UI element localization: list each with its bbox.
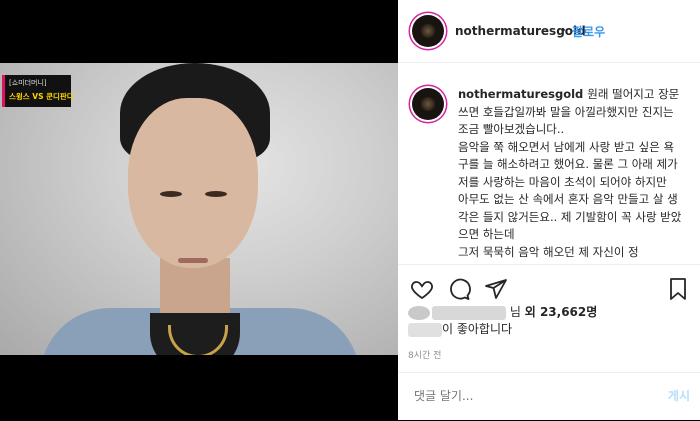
comment-bar: 게시	[398, 372, 700, 421]
post-comment-button[interactable]: 게시	[668, 387, 690, 404]
post-panel: nothermaturesgold • 팔로우 nothermaturesgol…	[398, 0, 700, 420]
liker-avatar-blurred	[408, 305, 430, 320]
caption-username[interactable]: nothermaturesgold	[458, 87, 583, 101]
avatar[interactable]	[412, 15, 444, 47]
likes-count[interactable]: 23,662명	[540, 305, 597, 319]
likes-summary[interactable]: 님 외 23,662명	[408, 303, 597, 320]
comment-icon[interactable]	[447, 277, 471, 301]
follow-button[interactable]: 팔로우	[572, 23, 605, 40]
share-icon[interactable]	[484, 277, 508, 301]
photo-face	[128, 98, 258, 268]
likes-nim: 님	[509, 305, 521, 319]
post-media: [쇼미더머니] 스윙스 VS 쿤디판다	[0, 0, 398, 420]
liked-blurred	[408, 322, 442, 337]
likes-and: 외	[524, 305, 536, 319]
liker-name-blurred	[432, 305, 506, 320]
comment-input[interactable]	[412, 388, 636, 404]
liked-text: 이 좋아합니다	[442, 322, 513, 336]
post-photo[interactable]: [쇼미더머니] 스윙스 VS 쿤디판다	[0, 63, 398, 355]
photo-left-eye	[160, 191, 182, 197]
broadcast-tag-show: [쇼미더머니]	[9, 79, 47, 87]
caption-line: nothermaturesgold 원래 떨어지고 장문 쓰면 호들갑일까봐 말을…	[458, 86, 683, 139]
photo-mouth	[178, 258, 208, 263]
broadcast-tag-match: 스윙스 VS 쿤디판다	[9, 92, 74, 101]
photo-right-eye	[205, 191, 227, 197]
heart-icon[interactable]	[410, 277, 434, 301]
post-caption: nothermaturesgold 원래 떨어지고 장문 쓰면 호들갑일까봐 말을…	[458, 86, 683, 262]
post-timestamp[interactable]: 8시간 전	[408, 348, 441, 361]
caption-line: 그저 묵묵히 음악 해오던 제 자신이 정	[458, 244, 639, 259]
caption-line: 음악을 쭉 해오면서 남에게 사랑 받고 싶은 욕구를 늘 해소하려고 했어요.…	[458, 139, 678, 189]
broadcast-tag: [쇼미더머니] 스윙스 VS 쿤디판다	[2, 75, 74, 107]
header-separator: •	[560, 24, 567, 37]
bookmark-icon[interactable]	[666, 277, 690, 301]
caption-avatar[interactable]	[412, 88, 444, 120]
caption-line: 아무도 없는 산 속에서 혼자 음악 만들고 살 생각은 들지 않거든요.. 제…	[458, 192, 682, 241]
liked-line: 이 좋아합니다	[408, 320, 512, 337]
post-header: nothermaturesgold • 팔로우	[398, 0, 700, 63]
